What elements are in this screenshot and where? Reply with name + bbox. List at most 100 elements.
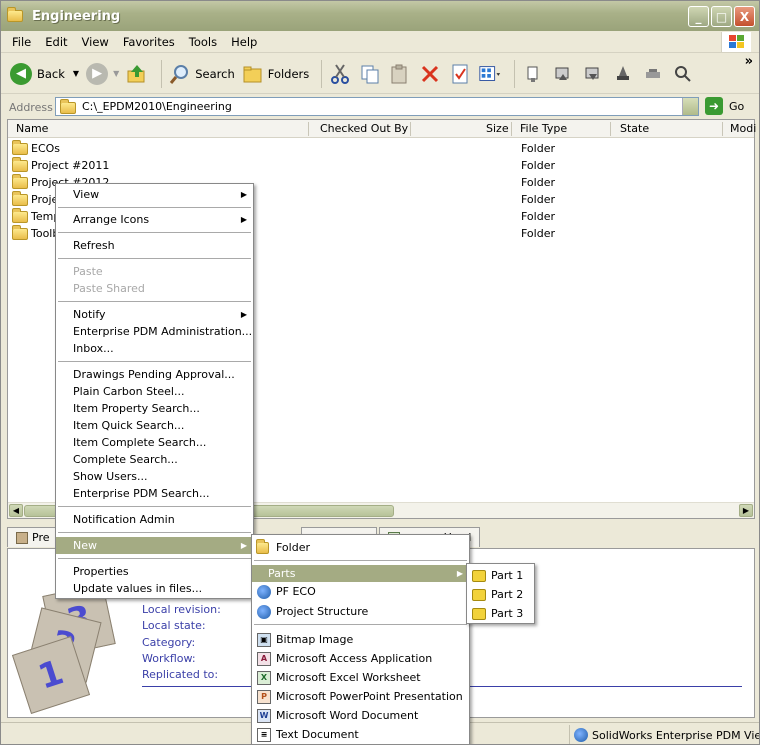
menu-item-view[interactable]: View ▶ [56,186,253,203]
menu-item-properties[interactable]: Properties [56,563,253,580]
minimize-button[interactable]: _ [688,6,709,27]
address-input[interactable]: C:\_EPDM2010\Engineering [55,97,699,116]
paste-icon[interactable] [388,62,412,86]
column-modified[interactable]: Modi [730,122,756,135]
search-button[interactable]: Search [168,62,235,86]
folders-button[interactable]: Folders [241,62,309,86]
pdm-tool-4-icon[interactable] [611,62,635,86]
go-button[interactable]: ➜ Go [705,97,744,115]
menu-item-label: Part 2 [491,588,524,601]
menu-item-notification-admin[interactable]: Notification Admin [56,511,253,528]
forward-button[interactable]: ▶ ▼ [85,62,119,86]
context-menu: View ▶ Arrange Icons ▶ Refresh Paste Paste… [55,183,254,599]
menu-item-inbox[interactable]: Inbox... [56,340,253,357]
menu-item-refresh[interactable]: Refresh [56,237,253,254]
menu-item-drawings-pending[interactable]: Drawings Pending Approval... [56,366,253,383]
scroll-left-icon[interactable]: ◀ [9,504,23,517]
close-button[interactable]: X [734,6,755,27]
menu-favorites[interactable]: Favorites [116,35,182,49]
new-item-word[interactable]: W Microsoft Word Document [252,707,469,724]
pdm-tool-3-icon[interactable] [581,62,605,86]
column-state[interactable]: State [620,122,649,135]
menu-item-label: Microsoft Access Application [276,652,433,665]
menu-item-label: View [73,188,100,201]
column-checked-out-by[interactable]: Checked Out By [320,122,408,135]
cut-icon[interactable] [328,62,352,86]
menu-item-show-users[interactable]: Show Users... [56,468,253,485]
pdm-tool-2-icon[interactable] [551,62,575,86]
menu-item-notify[interactable]: Notify ▶ [56,306,253,323]
parts-item-1[interactable]: Part 1 [467,567,534,584]
column-size[interactable]: Size [486,122,509,135]
back-dropdown-icon[interactable]: ▼ [73,69,79,78]
parts-item-2[interactable]: Part 2 [467,586,534,603]
menu-item-label: Part 1 [491,569,524,582]
menu-item-item-quick-search[interactable]: Item Quick Search... [56,417,253,434]
menu-item-arrange-icons[interactable]: Arrange Icons ▶ [56,211,253,228]
list-item[interactable]: ECOs Folder [12,139,752,157]
pdm-search-icon[interactable] [671,62,695,86]
parts-item-3[interactable]: Part 3 [467,605,534,622]
menu-help[interactable]: Help [224,35,264,49]
toolbar-overflow-icon[interactable]: » [745,54,753,69]
back-label: Back [37,66,65,81]
forward-dropdown-icon[interactable]: ▼ [113,69,119,78]
powerpoint-icon: P [256,689,272,704]
field-local-revision: Local revision: [142,603,221,616]
menu-item-plain-carbon-steel[interactable]: Plain Carbon Steel... [56,383,253,400]
pdm-icon [256,584,272,599]
menu-bar: File Edit View Favorites Tools Help [1,31,759,53]
menu-item-label: New [73,539,97,552]
status-text: SolidWorks Enterprise PDM Vie [592,728,760,742]
menu-item-new[interactable]: New ▶ [56,537,253,554]
menu-item-item-complete-search[interactable]: Item Complete Search... [56,434,253,451]
menu-tools[interactable]: Tools [182,35,224,49]
window-title: Engineering [32,8,121,24]
pdm-tool-1-icon[interactable] [521,62,545,86]
menu-item-label: Drawings Pending Approval... [73,368,235,381]
new-item-project-structure[interactable]: Project Structure [252,603,469,620]
scroll-right-icon[interactable]: ▶ [739,504,753,517]
menu-item-label: Microsoft Excel Worksheet [276,671,421,684]
tab-preview[interactable]: Pre [7,527,59,547]
column-name[interactable]: Name [16,122,48,135]
new-item-text[interactable]: ≡ Text Document [252,726,469,743]
list-item[interactable]: Project #2011 Folder [12,156,752,174]
column-file-type[interactable]: File Type [520,122,567,135]
new-item-access[interactable]: A Microsoft Access Application [252,650,469,667]
menu-item-label: Enterprise PDM Search... [73,487,210,500]
menu-edit[interactable]: Edit [38,35,74,49]
title-bar[interactable]: Engineering _ □ X [1,1,759,31]
menu-separator [58,232,251,233]
menu-view[interactable]: View [75,35,116,49]
menu-item-label: Paste [73,265,103,278]
field-local-state: Local state: [142,619,206,632]
new-item-powerpoint[interactable]: P Microsoft PowerPoint Presentation [252,688,469,705]
new-item-excel[interactable]: X Microsoft Excel Worksheet [252,669,469,686]
menu-item-label: Properties [73,565,129,578]
copy-icon[interactable] [358,62,382,86]
delete-icon[interactable] [418,62,442,86]
address-dropdown-icon[interactable] [682,98,698,115]
address-label: Address [9,100,53,114]
menu-file[interactable]: File [5,35,38,49]
menu-item-complete-search[interactable]: Complete Search... [56,451,253,468]
views-icon[interactable] [478,62,502,86]
menu-item-update-values[interactable]: Update values in files... [56,580,253,597]
menu-item-item-property-search[interactable]: Item Property Search... [56,400,253,417]
properties-icon[interactable] [448,62,472,86]
pdm-tool-5-icon[interactable] [641,62,665,86]
maximize-button[interactable]: □ [711,6,732,27]
menu-item-label: Notification Admin [73,513,175,526]
menu-item-paste-shared: Paste Shared [56,280,253,297]
up-folder-button[interactable] [125,62,149,86]
menu-item-pdm-search[interactable]: Enterprise PDM Search... [56,485,253,502]
new-item-folder[interactable]: Folder [252,538,469,556]
part-icon [471,568,487,583]
new-item-pf-eco[interactable]: PF ECO [252,583,469,600]
new-item-bitmap[interactable]: ▣ Bitmap Image [252,631,469,648]
menu-item-pdm-administration[interactable]: Enterprise PDM Administration... [56,323,253,340]
new-item-parts[interactable]: Parts ▶ [252,565,469,582]
back-button[interactable]: ◀ Back ▼ [9,62,79,86]
column-divider [722,122,723,136]
